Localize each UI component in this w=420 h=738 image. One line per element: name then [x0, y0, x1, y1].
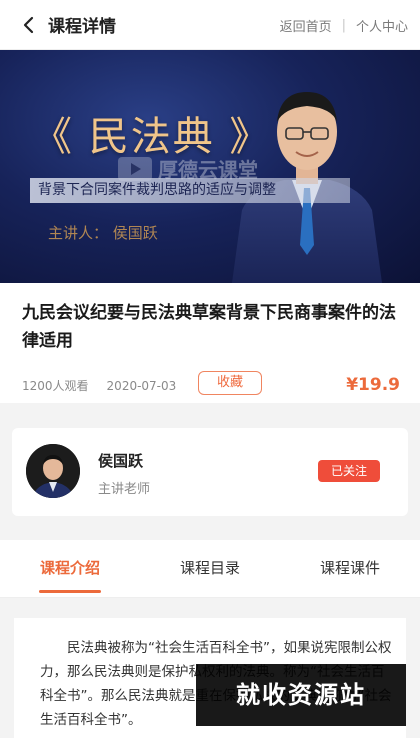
course-info: 九民会议纪要与民法典草案背景下民商事案件的法律适用 1200人观看 2020-0…: [0, 283, 420, 403]
nav-links: 返回首页 | 个人中心: [280, 0, 408, 50]
teacher-card[interactable]: 侯国跃 主讲老师 已关注: [12, 428, 408, 516]
teacher-avatar-image: [26, 444, 80, 498]
banner-speaker: 主讲人： 侯国跃: [48, 224, 158, 242]
view-count: 1200人观看: [22, 379, 89, 393]
teacher-name: 侯国跃: [98, 452, 144, 470]
favorite-button[interactable]: 收藏: [198, 371, 262, 395]
course-banner[interactable]: 《 民法典 》 厚德云课堂 背景下合同案件裁判思路的适应与调整 主讲人： 侯国跃: [0, 50, 420, 283]
banner-subtitle: 背景下合同案件裁判思路的适应与调整: [30, 178, 350, 203]
teacher-role: 主讲老师: [98, 482, 151, 497]
course-title: 九民会议纪要与民法典草案背景下民商事案件的法律适用: [22, 303, 396, 351]
page-title: 课程详情: [48, 17, 116, 37]
play-icon: [118, 156, 152, 181]
nav-separator: |: [341, 17, 346, 33]
tab-courseware[interactable]: 课程课件: [280, 540, 420, 597]
back-button[interactable]: [14, 11, 42, 39]
publish-date: 2020-07-03: [106, 378, 177, 393]
tab-intro[interactable]: 课程介绍: [0, 540, 140, 597]
tab-catalog[interactable]: 课程目录: [140, 540, 280, 597]
chevron-left-icon: [23, 16, 34, 33]
profile-link[interactable]: 个人中心: [356, 16, 408, 35]
course-tabs: 课程介绍 课程目录 课程课件: [0, 540, 420, 598]
site-watermark: 就收资源站: [196, 664, 406, 726]
avatar[interactable]: [26, 444, 80, 498]
follow-button[interactable]: 已关注: [318, 460, 380, 482]
top-nav: 课程详情 返回首页 | 个人中心: [0, 0, 420, 50]
course-meta: 1200人观看 2020-07-03: [22, 377, 176, 394]
home-link[interactable]: 返回首页: [280, 16, 332, 35]
course-price: ¥19.9: [346, 375, 400, 395]
